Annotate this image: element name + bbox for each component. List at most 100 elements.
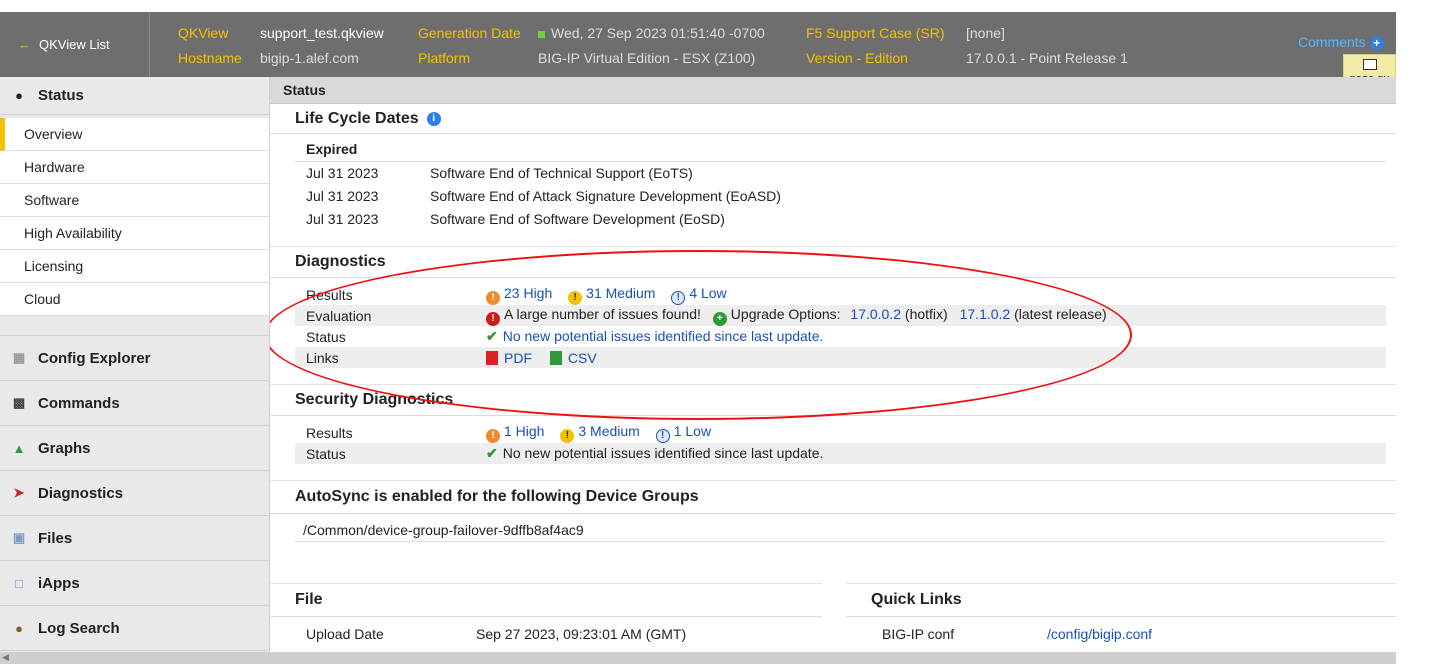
csv-icon	[549, 350, 562, 365]
support-case-label: F5 Support Case (SR)	[806, 25, 945, 41]
low-severity-icon: !	[655, 428, 670, 443]
links-label: Links	[306, 349, 339, 366]
sidebar-section-diagnostics[interactable]: ➤ Diagnostics	[0, 471, 269, 516]
support-case-value: [none]	[966, 25, 1005, 41]
generation-date-label: Generation Date	[418, 25, 521, 41]
horizontal-scrollbar[interactable]: ◀	[0, 652, 1396, 664]
sidebar-divider	[0, 316, 269, 336]
upgrade-hotfix-link[interactable]: 17.0.0.2	[850, 306, 901, 322]
low-count-link[interactable]: 1 Low	[674, 423, 711, 439]
generation-date-value: Wed, 27 Sep 2023 01:51:40 -0700	[538, 25, 765, 41]
upload-date-label: Upload Date	[306, 625, 384, 642]
sidebar-section-log-search[interactable]: ● Log Search	[0, 606, 269, 651]
sidebar-section-config-explorer[interactable]: ▦ Config Explorer	[0, 336, 269, 381]
results-label: Results	[306, 286, 353, 303]
sidebar-section-label: Files	[38, 529, 73, 547]
info-icon[interactable]: i	[426, 111, 441, 126]
pdf-link[interactable]: PDF	[504, 350, 532, 366]
high-severity-icon: !	[486, 428, 500, 443]
low-count-link[interactable]: 4 Low	[689, 285, 726, 301]
medium-count-link[interactable]: 3 Medium	[578, 423, 639, 439]
file-table: Upload Date Sep 27 2023, 09:23:01 AM (GMT…	[295, 623, 810, 644]
file-block: Upload Date Sep 27 2023, 09:23:01 AM (GMT…	[295, 623, 812, 644]
monitor-icon	[1362, 59, 1377, 70]
evaluation-text: A large number of issues found!	[504, 305, 701, 322]
sidebar-section-label: Log Search	[38, 619, 120, 637]
table-row: Evaluation ! A large number of issues fou…	[295, 305, 1386, 326]
security-table: Results ! 1 High ! 3 Medium ! 1 Low Status …	[295, 422, 1386, 464]
high-severity-icon: !	[486, 290, 500, 305]
table-row: Jul 31 2023 Software End of Software Deve…	[295, 207, 1386, 230]
sidebar-item-overview[interactable]: Overview	[0, 118, 269, 151]
platform-label: Platform	[418, 50, 471, 66]
low-severity-icon: !	[671, 290, 686, 305]
lifecycle-desc: Software End of Software Development (Eo…	[430, 210, 725, 227]
sidebar-item-label: Software	[24, 192, 80, 208]
sidebar-section-graphs[interactable]: ▲ Graphs	[0, 426, 269, 471]
qkview-label: QKView	[178, 25, 229, 41]
lifecycle-group-label: Expired	[306, 141, 358, 158]
chart-icon: ▲	[12, 440, 26, 456]
lifecycle-date: Jul 31 2023	[306, 164, 379, 181]
lifecycle-date: Jul 31 2023	[306, 187, 379, 204]
high-count-link[interactable]: 1 High	[504, 423, 544, 439]
sidebar-section-label: iApps	[38, 574, 80, 592]
lifecycle-block: Expired Jul 31 2023 Software End of Techn…	[295, 138, 1386, 230]
sidebar-item-software[interactable]: Software	[0, 184, 269, 217]
log-icon: ●	[15, 620, 23, 636]
status-text: No new potential issues identified since…	[502, 445, 824, 461]
csv-link[interactable]: CSV	[568, 350, 597, 366]
upgrade-latest-link[interactable]: 17.1.0.2	[960, 306, 1011, 322]
sidebar-section-label: Status	[38, 87, 84, 104]
quick-links-title: Quick Links	[846, 583, 1396, 617]
sidebar-section-label: Commands	[38, 394, 120, 412]
table-row: Upload Date Sep 27 2023, 09:23:01 AM (GMT…	[295, 623, 810, 644]
bigip-conf-label: BIG-IP conf	[882, 625, 955, 642]
sidebar-item-cloud[interactable]: Cloud	[0, 283, 269, 316]
sidebar-item-hardware[interactable]: Hardware	[0, 151, 269, 184]
diagnostics-table: Results ! 23 High ! 31 Medium ! 4 Low Evalu…	[295, 284, 1386, 368]
device-group-item: /Common/device-group-failover-9dffb8af4a…	[295, 518, 1386, 542]
sidebar-item-label: Overview	[24, 126, 83, 142]
table-row: Status ✔ No new potential issues identifi…	[295, 443, 1386, 464]
qkview-list-button[interactable]: ← QKView List	[0, 12, 150, 77]
sidebar-section-status[interactable]: ● Status	[0, 77, 269, 115]
diagnostics-block: Results ! 23 High ! 31 Medium ! 4 Low Evalu…	[295, 284, 1386, 368]
security-diagnostics-title: Security Diagnostics	[270, 384, 1396, 416]
medium-count-link[interactable]: 31 Medium	[586, 285, 655, 301]
sidebar-section-commands[interactable]: ▩ Commands	[0, 381, 269, 426]
table-row: BIG-IP conf/config/bigip.conf	[871, 623, 1386, 644]
pdf-icon	[486, 350, 498, 365]
high-count-link[interactable]: 23 High	[504, 285, 552, 301]
sidebar-section-iapps[interactable]: □ iApps	[0, 561, 269, 606]
sidebar: ● Status Overview Hardware Software High…	[0, 77, 270, 664]
table-row: Jul 31 2023 Software End of Technical Sup…	[295, 161, 1386, 184]
sidebar-section-files[interactable]: ▣ Files	[0, 516, 269, 561]
status-label: Status	[306, 445, 346, 462]
sidebar-item-high-availability[interactable]: High Availability	[0, 217, 269, 250]
upgrade-plus-icon: +	[712, 311, 727, 326]
tree-icon: ▦	[12, 350, 26, 365]
status-link[interactable]: No new potential issues identified since…	[503, 328, 824, 344]
status-label: Status	[306, 328, 346, 345]
terminal-icon: ▩	[12, 395, 26, 410]
sidebar-item-label: Hardware	[24, 159, 85, 175]
lifecycle-title: Life Cycle Dates	[295, 109, 419, 127]
scroll-left-icon[interactable]: ◀	[2, 652, 9, 663]
bigip-conf-link[interactable]: /config/bigip.conf	[1047, 626, 1152, 642]
upgrade-latest-note: (latest release)	[1014, 305, 1107, 322]
table-row: Jul 31 2023 Software End of Attack Signat…	[295, 184, 1386, 207]
pin-icon: ➤	[13, 485, 25, 500]
sidebar-section-label: Graphs	[38, 439, 91, 457]
medium-severity-icon: !	[568, 290, 583, 305]
checkmark-icon: ✔	[486, 328, 498, 344]
lifecycle-date: Jul 31 2023	[306, 210, 379, 227]
error-icon: !	[486, 311, 500, 326]
sidebar-item-licensing[interactable]: Licensing	[0, 250, 269, 283]
lifecycle-table: Expired Jul 31 2023 Software End of Techn…	[295, 138, 1386, 230]
comments-button[interactable]: Comments +	[1298, 34, 1384, 50]
sidebar-item-label: High Availability	[24, 225, 122, 241]
add-comment-icon[interactable]: +	[1369, 36, 1384, 50]
lifecycle-desc: Software End of Attack Signature Develop…	[430, 187, 781, 204]
app-header: ← QKView List QKView support_test.qkview…	[0, 12, 1396, 77]
